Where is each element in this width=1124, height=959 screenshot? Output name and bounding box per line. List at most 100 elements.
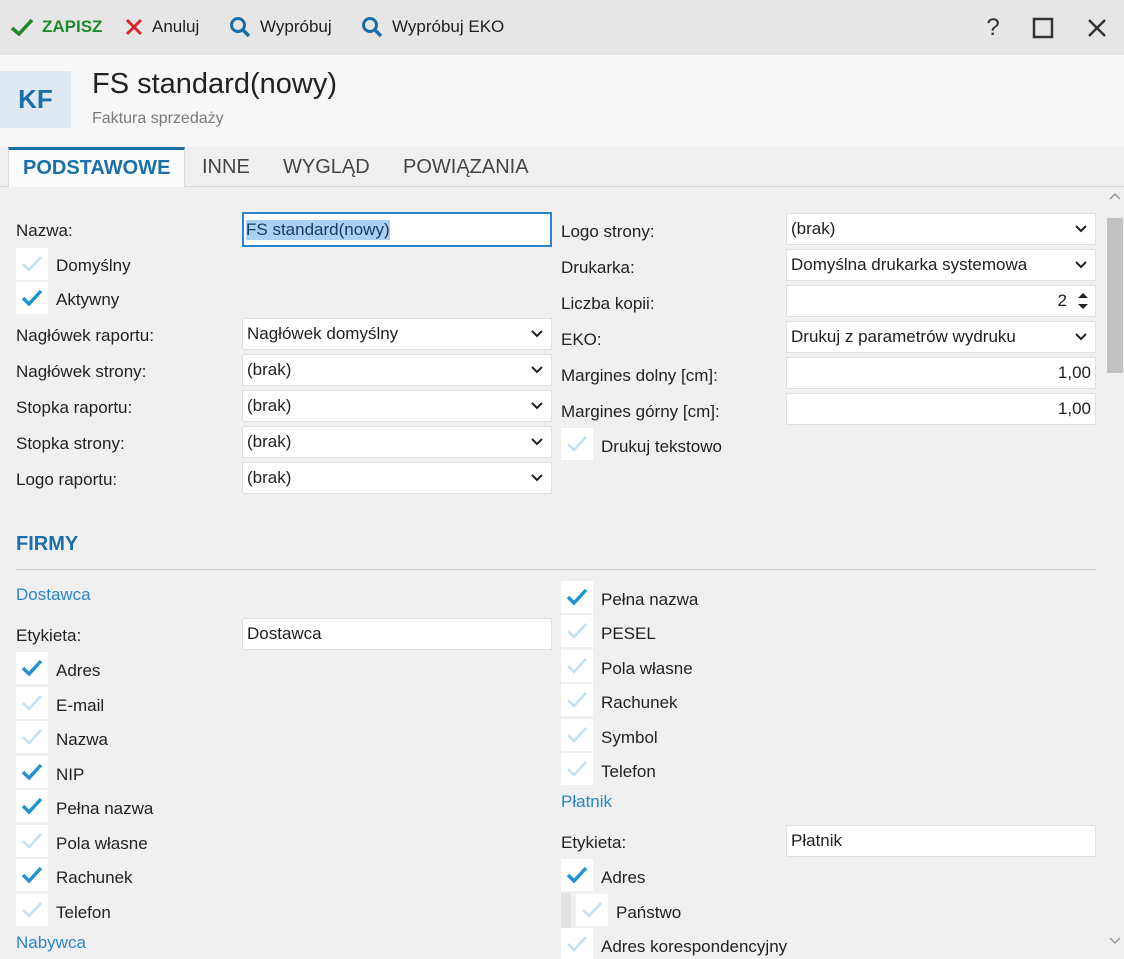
search-icon [230,17,251,38]
margin-top-value: 1,00 [1057,399,1091,418]
page-title: FS standard(nowy) [92,68,337,100]
checkmark-icon [566,588,588,606]
supplier-label-value: Dostawca [247,624,322,643]
copies-stepper[interactable]: 2 [786,285,1096,317]
buyer-pesel-checkbox[interactable] [561,615,593,648]
supplier-pełna-nazwa-checkbox[interactable] [16,790,48,822]
checkmark-icon [21,289,43,307]
checkmark-icon [567,726,587,743]
supplier-e-mail-checkbox[interactable] [16,686,48,719]
payer-adres-checkbox[interactable] [561,859,593,891]
chevron-down-icon [531,402,543,410]
page-footer-value: (brak) [247,432,292,451]
firms-section-title: FIRMY [16,533,79,555]
chevron-down-icon [1075,333,1087,341]
supplier-pola-własne-checkbox[interactable] [16,824,48,857]
buyer-rachunek-checkbox[interactable] [561,684,593,717]
print-text-checkbox[interactable] [561,428,593,460]
margin-bottom-input[interactable]: 1,00 [786,357,1096,389]
spinner-arrows-icon[interactable] [1077,290,1089,312]
maximize-button[interactable] [1027,12,1059,44]
scroll-down-icon[interactable] [1109,936,1121,946]
payer-adres-checkbox-label: Adres [601,868,646,887]
page-logo-label: Logo strony: [561,222,655,241]
save-button[interactable]: ZAPISZ [10,13,102,41]
checkmark-icon [567,436,587,452]
checkmark-icon [21,763,43,781]
maximize-icon [1032,17,1054,39]
tab-podstawowe[interactable]: PODSTAWOWE [8,147,186,187]
buyer-pesel-checkbox-label: PESEL [601,624,656,644]
supplier-nip-checkbox[interactable] [16,755,48,788]
help-button[interactable]: ? [977,12,1009,44]
tab-powiazania[interactable]: POWIĄZANIA [403,147,529,187]
payer-adres-korespondencyjny-checkbox[interactable] [561,928,593,959]
chevron-down-icon [1075,261,1087,269]
buyer-pola-własne-checkbox[interactable] [561,649,593,682]
checkmark-icon [567,623,587,640]
buyer-pełna-nazwa-checkbox[interactable] [561,581,593,613]
help-icon: ? [986,14,1000,41]
tab-wyglad[interactable]: WYGLĄD [283,147,370,187]
page-header-select[interactable]: (brak) [242,354,552,386]
page-header-label: Nagłówek strony: [16,362,147,381]
section-divider [16,569,1096,570]
close-window-button[interactable] [1081,12,1113,44]
report-logo-select[interactable]: (brak) [242,462,552,494]
chevron-down-icon [1075,225,1087,233]
printer-select[interactable]: Domyślna drukarka systemowa [786,249,1096,281]
supplier-nazwa-checkbox[interactable] [16,721,48,753]
report-logo-label: Logo raportu: [16,470,118,489]
scroll-up-icon[interactable] [1109,191,1121,201]
report-footer-select[interactable]: (brak) [242,390,552,422]
report-footer-value: (brak) [247,396,292,415]
payer-panstwo-checkbox[interactable] [576,894,608,926]
report-header-select[interactable]: Nagłówek domyślny [242,318,552,350]
supplier-telefon-checkbox-label: Telefon [56,902,111,922]
report-header-value: Nagłówek domyślny [247,324,399,343]
supplier-adres-checkbox[interactable] [16,652,48,684]
supplier-pola-własne-checkbox-label: Pola własne [56,833,148,853]
checkmark-icon [22,729,42,745]
buyer-telefon-checkbox[interactable] [561,753,593,785]
supplier-telefon-checkbox[interactable] [16,893,48,926]
supplier-e-mail-checkbox-label: E-mail [56,695,105,715]
document-type-badge: KF [0,71,71,128]
payer-label-input[interactable]: Płatnik [786,825,1096,857]
margin-top-input[interactable]: 1,00 [786,393,1096,425]
try-eko-button[interactable]: Wypróbuj EKO [360,13,504,41]
chevron-down-icon [531,366,543,374]
margin-top-label: Margines górny [cm]: [561,402,720,421]
buyer-symbol-checkbox-label: Symbol [601,727,658,747]
name-input[interactable]: FS standard(nowy) [242,212,552,247]
checkmark-icon [21,659,43,677]
default-checkbox[interactable] [16,248,48,280]
chevron-down-icon [531,330,543,338]
supplier-label-label: Etykieta: [16,626,82,645]
supplier-label-input[interactable]: Dostawca [242,618,552,650]
active-checkbox[interactable] [16,282,48,314]
eko-select[interactable]: Drukuj z parametrów wydruku [786,321,1096,353]
save-button-label: ZAPISZ [42,17,103,36]
vertical-scrollbar[interactable] [1105,188,1124,959]
try-button[interactable]: Wypróbuj [228,13,332,41]
tab-inne[interactable]: INNE [202,147,250,187]
name-label: Nazwa: [16,221,73,240]
supplier-nazwa-checkbox-label: Nazwa [56,730,108,749]
payer-group-title: Płatnik [561,792,613,811]
cancel-button[interactable]: Anuluj [124,13,199,41]
eko-label: EKO: [561,330,602,349]
printer-label: Drukarka: [561,258,635,277]
page-footer-select[interactable]: (brak) [242,426,552,458]
active-checkbox-label: Aktywny [56,290,120,309]
buyer-symbol-checkbox[interactable] [561,718,593,751]
try-button-label: Wypróbuj [260,17,332,36]
page-logo-select[interactable]: (brak) [786,213,1096,245]
supplier-pełna-nazwa-checkbox-label: Pełna nazwa [56,799,154,818]
buyer-pola-własne-checkbox-label: Pola własne [601,658,693,678]
name-input-value: FS standard(nowy) [246,219,390,240]
scrollbar-thumb[interactable] [1107,218,1123,373]
supplier-rachunek-checkbox[interactable] [16,859,48,891]
report-footer-label: Stopka raportu: [16,398,133,417]
margin-bottom-value: 1,00 [1057,363,1091,382]
